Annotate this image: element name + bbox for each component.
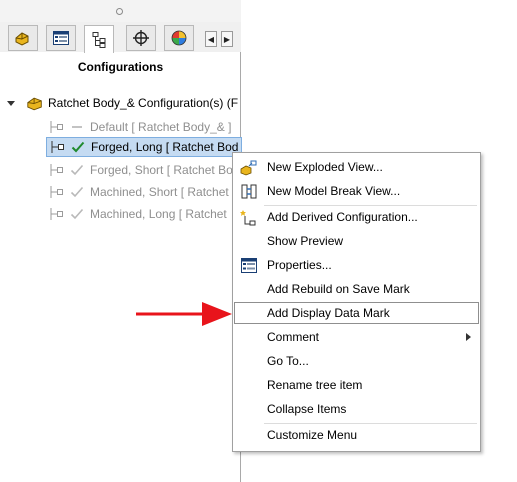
tab-feature-manager[interactable] bbox=[8, 25, 38, 51]
menu-item-label: Go To... bbox=[267, 354, 309, 368]
menu-item-add-derived-configuration[interactable]: Add Derived Configuration... bbox=[234, 206, 479, 228]
tab-dimxpert-manager[interactable] bbox=[126, 25, 156, 51]
menu-item-label: Properties... bbox=[267, 258, 332, 272]
config-item-label: Forged, Short [ Ratchet Bo bbox=[90, 163, 233, 177]
inactive-check-icon bbox=[70, 208, 84, 220]
config-item-forged-long[interactable]: Forged, Long [ Ratchet Bod bbox=[46, 137, 242, 157]
active-check-icon bbox=[71, 141, 85, 153]
menu-item-add-display-data-mark[interactable]: Add Display Data Mark bbox=[234, 302, 479, 324]
menu-item-new-model-break-view[interactable]: New Model Break View... bbox=[234, 180, 479, 202]
inactive-check-icon bbox=[70, 164, 84, 176]
configuration-icon bbox=[50, 121, 63, 133]
tab-scroll-right-button[interactable]: ▶ bbox=[221, 31, 233, 47]
feature-manager-tab-icon bbox=[15, 32, 29, 46]
config-item-label: Machined, Long [ Ratchet bbox=[90, 207, 227, 221]
menu-item-label: Customize Menu bbox=[267, 428, 358, 442]
menu-item-label: Rename tree item bbox=[267, 378, 363, 392]
menu-item-go-to[interactable]: Go To... bbox=[234, 350, 479, 372]
configuration-icon bbox=[50, 186, 63, 198]
menu-item-label: New Exploded View... bbox=[267, 160, 383, 174]
tab-display-manager[interactable] bbox=[164, 25, 194, 51]
configuration-manager-panel: ◀ ▶ Configurations Ratchet Body_& Config… bbox=[0, 0, 242, 482]
menu-item-label: Show Preview bbox=[267, 234, 344, 248]
config-item-machined-long[interactable]: Machined, Long [ Ratchet bbox=[48, 204, 227, 224]
panel-grip-icon[interactable] bbox=[116, 8, 123, 15]
menu-item-comment[interactable]: Comment bbox=[234, 326, 479, 348]
menu-item-collapse-items[interactable]: Collapse Items bbox=[234, 398, 479, 420]
menu-item-label: Comment bbox=[267, 330, 320, 344]
config-item-label: Default [ Ratchet Body_& ] bbox=[90, 120, 232, 134]
menu-item-label: Collapse Items bbox=[267, 402, 347, 416]
tab-scroll-left-button[interactable]: ◀ bbox=[205, 31, 217, 47]
menu-item-customize-menu[interactable]: Customize Menu bbox=[234, 424, 479, 446]
tab-configuration-manager[interactable] bbox=[84, 25, 114, 53]
exploded-view-icon bbox=[240, 160, 257, 176]
tree-root-row[interactable]: Ratchet Body_& Configuration(s) (F bbox=[6, 93, 238, 113]
tree-root-label: Ratchet Body_& Configuration(s) (F bbox=[48, 96, 239, 110]
expand-arrow-icon[interactable] bbox=[6, 98, 16, 108]
property-manager-tab-icon bbox=[53, 31, 69, 45]
dim-xpert-tab-icon bbox=[133, 30, 149, 46]
part-icon bbox=[27, 97, 42, 110]
configuration-icon bbox=[50, 208, 63, 220]
context-menu: New Exploded View... New Model Break Vie… bbox=[232, 152, 481, 452]
configuration-icon bbox=[50, 164, 63, 176]
menu-item-label: Add Display Data Mark bbox=[267, 306, 390, 320]
annotation-arrow bbox=[136, 302, 232, 326]
menu-item-properties[interactable]: Properties... bbox=[234, 254, 479, 276]
panel-top-strip bbox=[0, 0, 241, 23]
model-break-icon bbox=[241, 184, 257, 199]
derived-config-icon bbox=[240, 210, 256, 226]
panel-title: Configurations bbox=[77, 60, 164, 74]
menu-item-add-rebuild-on-save-mark[interactable]: Add Rebuild on Save Mark bbox=[234, 278, 479, 300]
menu-item-label: New Model Break View... bbox=[267, 184, 401, 198]
menu-item-label: Add Derived Configuration... bbox=[267, 210, 418, 224]
config-item-machined-short[interactable]: Machined, Short [ Ratchet bbox=[48, 182, 229, 202]
config-item-label: Forged, Long [ Ratchet Bod bbox=[91, 140, 239, 154]
inactive-check-icon bbox=[70, 186, 84, 198]
config-item-default[interactable]: Default [ Ratchet Body_& ] bbox=[48, 117, 231, 137]
config-item-label: Machined, Short [ Ratchet bbox=[90, 185, 229, 199]
submenu-arrow-icon bbox=[466, 333, 471, 341]
config-item-forged-short[interactable]: Forged, Short [ Ratchet Bo bbox=[48, 160, 233, 180]
configuration-manager-tab-icon bbox=[92, 31, 106, 48]
tab-scroll-right-icon: ▶ bbox=[223, 34, 231, 44]
menu-item-rename-tree-item[interactable]: Rename tree item bbox=[234, 374, 479, 396]
properties-icon bbox=[241, 258, 257, 273]
menu-item-new-exploded-view[interactable]: New Exploded View... bbox=[234, 156, 479, 178]
display-manager-tab-icon bbox=[171, 30, 187, 46]
menu-item-label: Add Rebuild on Save Mark bbox=[267, 282, 410, 296]
manager-tab-bar: ◀ ▶ bbox=[0, 22, 241, 53]
menu-item-show-preview[interactable]: Show Preview bbox=[234, 230, 479, 252]
configuration-icon bbox=[51, 141, 64, 153]
tab-property-manager[interactable] bbox=[46, 25, 76, 51]
inactive-dash-icon bbox=[72, 126, 82, 128]
tab-scroll-left-icon: ◀ bbox=[207, 34, 215, 44]
